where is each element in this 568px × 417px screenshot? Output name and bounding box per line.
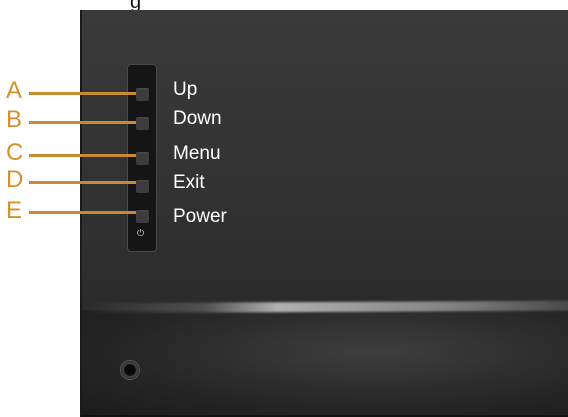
lower-bezel-panel <box>82 310 568 415</box>
down-label: Down <box>173 108 222 129</box>
up-label: Up <box>173 79 198 100</box>
exit-label: Exit <box>173 172 205 193</box>
headphone-jack <box>120 360 140 380</box>
callout-letter-a: A <box>6 77 23 104</box>
callout-line-d <box>29 181 136 184</box>
power-label: Power <box>173 206 227 227</box>
callout-letter-b: B <box>6 106 23 133</box>
exit-button[interactable] <box>136 180 149 193</box>
callout-line-b <box>29 121 136 124</box>
down-button[interactable] <box>136 117 149 130</box>
callout-letter-e: E <box>6 197 23 224</box>
menu-label: Menu <box>173 143 221 164</box>
callout-line-c <box>29 154 136 157</box>
power-icon: ⏻ <box>137 228 145 238</box>
monitor-bezel: ⏻ <box>80 10 568 417</box>
callout-letter-d: D <box>6 166 24 193</box>
callout-letter-c: C <box>6 139 24 166</box>
up-button[interactable] <box>136 88 149 101</box>
callout-line-e <box>29 211 136 214</box>
power-button[interactable] <box>136 210 149 223</box>
menu-button[interactable] <box>136 152 149 165</box>
callout-line-a <box>29 92 136 95</box>
